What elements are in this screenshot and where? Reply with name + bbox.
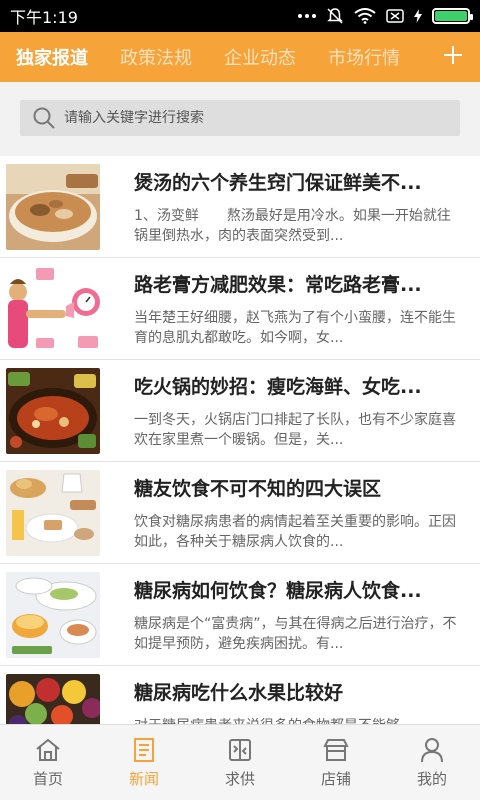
nav-news-label: 新闻 <box>128 770 159 788</box>
add-category-icon[interactable] <box>440 42 466 68</box>
no-sim-icon <box>386 9 404 23</box>
news-item[interactable]: 煲汤的六个养生窍门保证鲜美不... 1、汤变鲜 熬汤最好是用冷水。如果一开始就往… <box>0 156 480 258</box>
news-thumbnail-fruit <box>6 674 100 724</box>
news-icon <box>134 738 154 762</box>
tab-policies-regulations[interactable]: 政策法规 <box>104 44 208 70</box>
search-input[interactable] <box>64 110 424 126</box>
search-area <box>0 82 480 156</box>
nav-supply-demand-label: 求供 <box>224 770 255 788</box>
news-summary: 饮食对糖尿病患者的病情起着至关重要的影响。正因如此，各种关于糖尿病人饮食的... <box>134 514 456 550</box>
store-icon <box>323 739 349 761</box>
news-item[interactable]: 路老膏方减肥效果：常吃路老膏... 当年楚王好细腰，赵飞燕为了有个小蛮腰，连不能… <box>0 258 480 360</box>
news-summary: 当年楚王好细腰，赵飞燕为了有个小蛮腰，连不能生育的息肌丸都敢吃。如今啊，女... <box>134 310 456 346</box>
news-thumbnail-breakfast <box>6 470 100 556</box>
news-summary: 一到冬天，火锅店门口排起了长队，也有不少家庭喜欢在家里煮一个暖锅。但是，关... <box>134 412 456 448</box>
news-thumbnail-diet-meal <box>6 572 100 658</box>
news-title: 煲汤的六个养生窍门保证鲜美不... <box>134 172 422 194</box>
home-icon <box>36 738 60 761</box>
nav-home-label: 首页 <box>32 770 63 788</box>
news-summary: 对于糖尿病患者来说很多的食物都是不能够... <box>134 716 464 724</box>
user-icon <box>421 738 443 763</box>
news-title: 吃火锅的妙招：瘦吃海鲜、女吃... <box>134 376 422 398</box>
notifications-muted-icon <box>327 8 343 24</box>
news-item[interactable]: 糖尿病吃什么水果比较好 对于糖尿病患者来说很多的食物都是不能够... <box>0 666 480 724</box>
more-dots-icon <box>298 14 316 18</box>
category-tab-bar: 独家报道 政策法规 企业动态 市场行情 <box>0 32 480 82</box>
news-title: 糖友饮食不可不知的四大误区 <box>134 478 382 500</box>
news-list: 煲汤的六个养生窍门保证鲜美不... 1、汤变鲜 熬汤最好是用冷水。如果一开始就往… <box>0 156 480 724</box>
news-item[interactable]: 糖尿病如何饮食？糖尿病人饮食... 糖尿病是个“富贵病”，与其在得病之后进行治疗… <box>0 564 480 666</box>
news-title: 糖尿病如何饮食？糖尿病人饮食... <box>134 580 422 602</box>
nav-me-label: 我的 <box>416 770 447 788</box>
status-bar: 下午1:19 <box>0 0 480 32</box>
nav-supply-demand[interactable]: 求供 <box>192 725 288 800</box>
nav-news[interactable]: 新闻 <box>96 725 192 800</box>
wifi-icon <box>354 8 376 24</box>
news-item[interactable]: 吃火锅的妙招：瘦吃海鲜、女吃... 一到冬天，火锅店门口排起了长队，也有不少家庭… <box>0 360 480 462</box>
news-summary: 糖尿病是个“富贵病”，与其在得病之后进行治疗，不如提早预防，避免疾病困扰。有..… <box>134 616 457 652</box>
nav-home[interactable]: 首页 <box>0 725 96 800</box>
bottom-nav: 首页 新闻 求供 店铺 我的 <box>0 724 480 800</box>
search-box[interactable] <box>20 100 460 136</box>
search-icon <box>33 107 55 129</box>
nav-me[interactable]: 我的 <box>384 725 480 800</box>
news-title: 路老膏方减肥效果：常吃路老膏... <box>134 274 422 296</box>
news-thumbnail-weight-loss <box>6 266 100 352</box>
battery-icon <box>432 8 473 24</box>
charging-icon <box>414 9 422 23</box>
app-screen: 下午1:19 独家报道 政策法规 企业动态 市场行情 请输入关键字进行搜索 煲汤… <box>0 0 480 800</box>
news-thumbnail-hotpot <box>6 368 100 454</box>
news-item[interactable]: 糖友饮食不可不知的四大误区 饮食对糖尿病患者的病情起着至关重要的影响。正因如此，… <box>0 462 480 564</box>
nav-store-label: 店铺 <box>320 770 351 788</box>
tab-company-news[interactable]: 企业动态 <box>208 44 312 70</box>
nav-store[interactable]: 店铺 <box>288 725 384 800</box>
supply-demand-icon <box>229 739 251 761</box>
news-thumbnail-soup <box>6 164 100 250</box>
status-time: 下午1:19 <box>10 8 78 27</box>
tab-market-quotes[interactable]: 市场行情 <box>312 44 416 70</box>
news-title: 糖尿病吃什么水果比较好 <box>134 682 344 704</box>
status-icons <box>298 7 473 25</box>
news-summary: 1、汤变鲜 熬汤最好是用冷水。如果一开始就往锅里倒热水，肉的表面突然受到... <box>134 208 451 244</box>
tab-exclusive-report[interactable]: 独家报道 <box>0 44 104 70</box>
